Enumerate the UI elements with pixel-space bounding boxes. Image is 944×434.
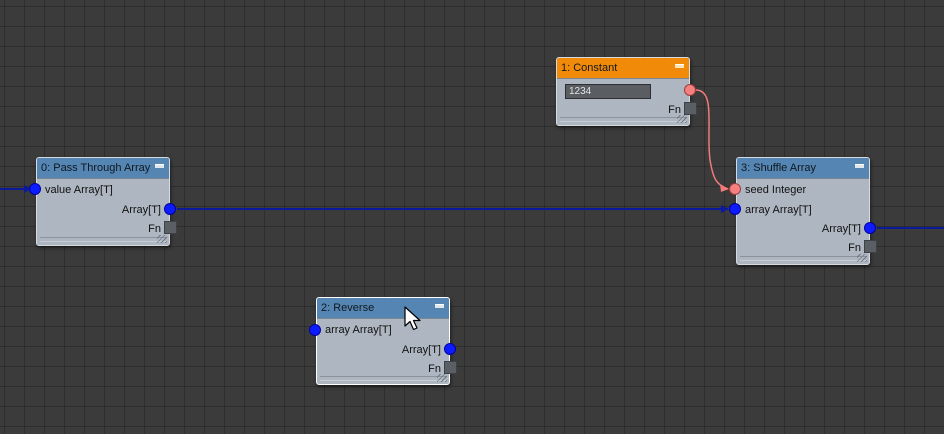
output-port-array: Array[T] bbox=[122, 201, 161, 220]
pin-constant-fn[interactable] bbox=[684, 102, 697, 115]
resize-handle[interactable] bbox=[157, 235, 167, 243]
pin-shuffle-output[interactable] bbox=[864, 222, 876, 234]
fn-port-label: Fn bbox=[848, 242, 861, 254]
input-port-seed: seed Integer bbox=[745, 181, 806, 200]
input-port-array: array Array[T] bbox=[325, 321, 392, 340]
fn-port-label: Fn bbox=[148, 223, 161, 235]
node-title: 0: Pass Through Array bbox=[41, 162, 151, 174]
pin-reverse-input[interactable] bbox=[309, 324, 321, 336]
pin-pass-through-fn[interactable] bbox=[164, 221, 177, 234]
resize-grip-icon bbox=[40, 237, 166, 242]
minimize-icon[interactable] bbox=[855, 164, 864, 168]
node-header[interactable]: 3: Shuffle Array bbox=[737, 158, 869, 179]
pin-reverse-output[interactable] bbox=[444, 343, 456, 355]
node-title: 2: Reverse bbox=[321, 302, 375, 314]
mouse-pointer-icon bbox=[404, 306, 421, 331]
output-port-array: Array[T] bbox=[822, 220, 861, 239]
minimize-icon[interactable] bbox=[435, 304, 444, 308]
node-constant[interactable]: 1: Constant 1234 Fn bbox=[556, 57, 690, 126]
input-port-label: seed Integer bbox=[745, 184, 807, 196]
resize-handle[interactable] bbox=[857, 254, 867, 262]
wire-arrowhead-shuffle-seed bbox=[720, 184, 729, 192]
pin-shuffle-fn[interactable] bbox=[864, 240, 877, 253]
node-shuffle-array[interactable]: 3: Shuffle Array seed Integer array Arra… bbox=[736, 157, 870, 265]
pin-shuffle-array-input[interactable] bbox=[729, 203, 741, 215]
node-title: 1: Constant bbox=[561, 62, 618, 74]
wire-arrowhead-shuffle-array bbox=[721, 205, 729, 213]
resize-handle[interactable] bbox=[437, 374, 447, 382]
pin-shuffle-seed[interactable] bbox=[729, 183, 741, 195]
node-header[interactable]: 0: Pass Through Array bbox=[37, 158, 169, 179]
node-title: 3: Shuffle Array bbox=[741, 162, 817, 174]
input-port-label: value Array[T] bbox=[45, 184, 113, 196]
node-header[interactable]: 1: Constant bbox=[557, 58, 689, 79]
input-port-value: value Array[T] bbox=[45, 181, 113, 200]
minimize-icon[interactable] bbox=[155, 164, 164, 168]
wire-constant-to-shuffle-seed[interactable] bbox=[695, 89, 729, 190]
input-port-label: array Array[T] bbox=[745, 204, 812, 216]
constant-value-field[interactable]: 1234 bbox=[565, 84, 651, 99]
output-port-label: Array[T] bbox=[821, 223, 861, 235]
resize-grip-icon bbox=[740, 256, 866, 261]
pin-constant-output[interactable] bbox=[684, 84, 696, 96]
pin-pass-through-input[interactable] bbox=[29, 183, 41, 195]
input-port-label: array Array[T] bbox=[325, 324, 392, 336]
resize-handle[interactable] bbox=[677, 115, 687, 123]
output-port-label: Array[T] bbox=[121, 204, 161, 216]
node-header[interactable]: 2: Reverse bbox=[317, 298, 449, 319]
node-pass-through-array[interactable]: 0: Pass Through Array value Array[T] Arr… bbox=[36, 157, 170, 246]
output-port-label: Array[T] bbox=[401, 344, 441, 356]
pin-reverse-fn[interactable] bbox=[444, 361, 457, 374]
output-port-array: Array[T] bbox=[402, 341, 441, 360]
graph-canvas[interactable]: 0: Pass Through Array value Array[T] Arr… bbox=[0, 0, 944, 434]
minimize-icon[interactable] bbox=[675, 64, 684, 68]
resize-grip-icon bbox=[560, 117, 686, 122]
pin-pass-through-output[interactable] bbox=[164, 203, 176, 215]
node-reverse[interactable]: 2: Reverse array Array[T] Array[T] Fn bbox=[316, 297, 450, 385]
input-port-array: array Array[T] bbox=[745, 201, 812, 220]
resize-grip-icon bbox=[320, 376, 446, 381]
